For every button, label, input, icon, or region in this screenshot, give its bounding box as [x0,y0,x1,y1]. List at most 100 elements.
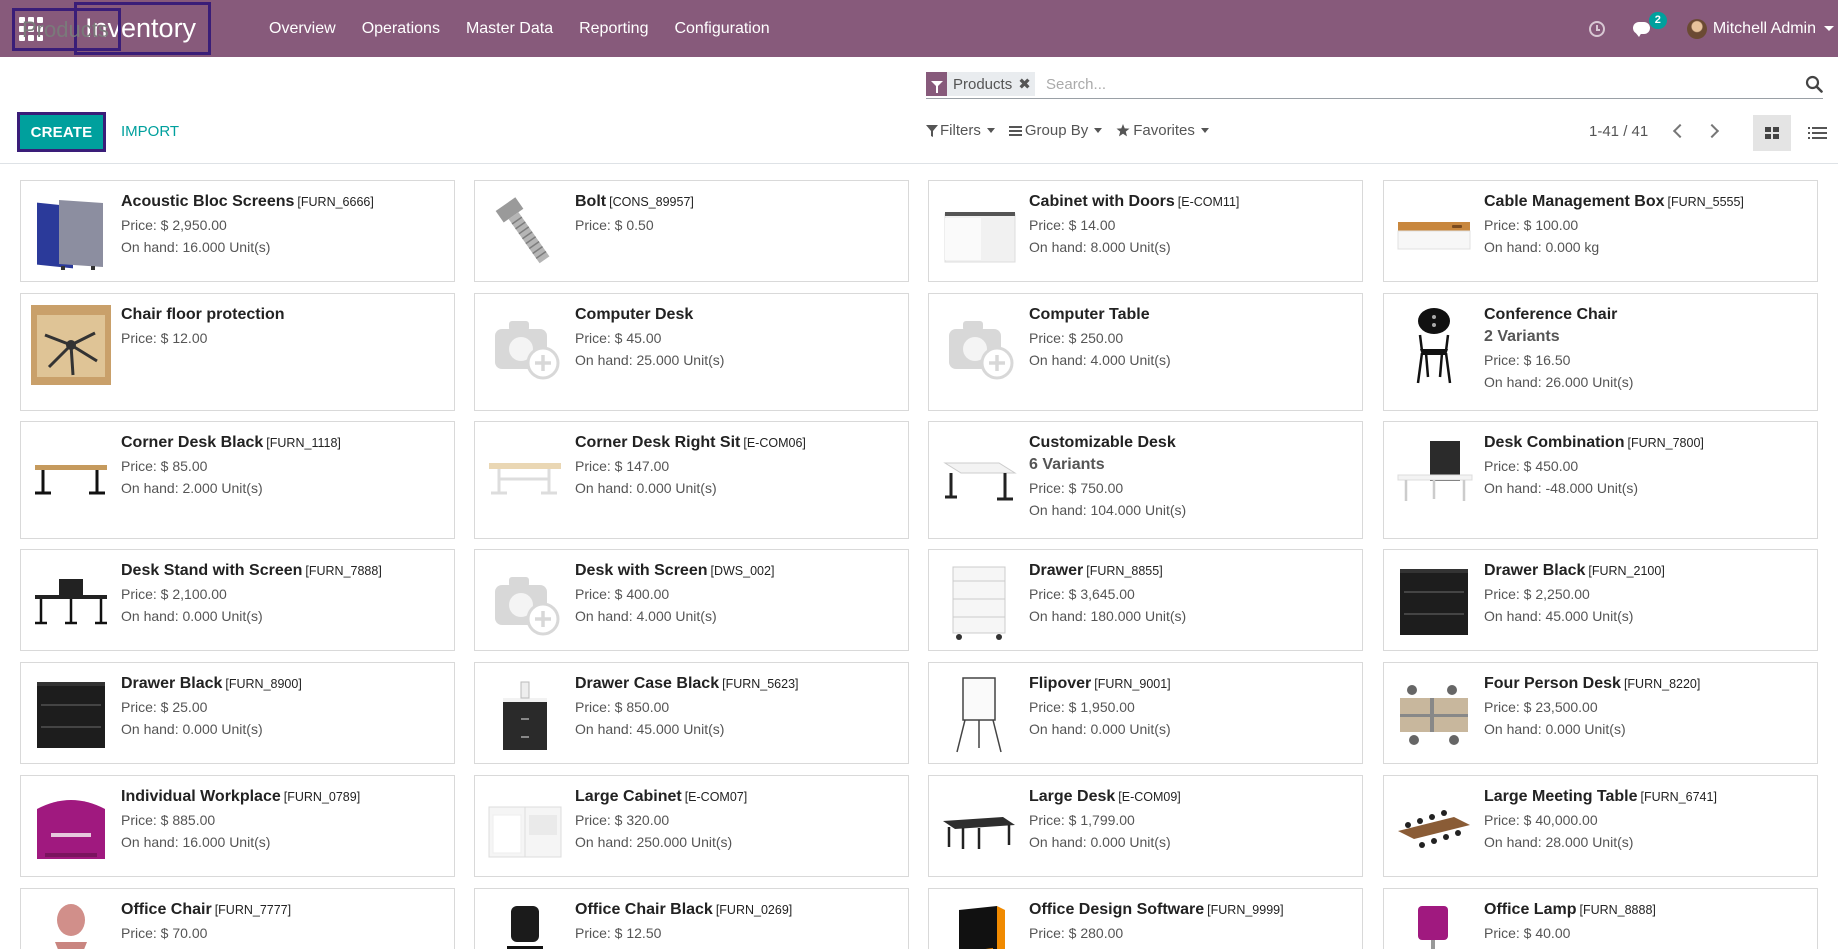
product-price: Price: $ 25.00 [121,699,208,715]
product-name: Drawer Black [1484,562,1586,579]
activity-clock-icon[interactable] [1588,20,1605,37]
product-card[interactable]: Large Desk [E-COM09] Price: $ 1,799.00 On h… [928,775,1363,877]
menu-configuration[interactable]: Configuration [674,20,769,38]
product-price: Price: $ 2,250.00 [1484,586,1590,602]
product-card[interactable]: Individual Workplace [FURN_0789] Price: $ … [20,775,455,877]
product-price: Price: $ 45.00 [575,330,662,346]
facet-remove-icon[interactable]: ✖ [1016,72,1035,96]
product-image [939,787,1019,867]
product-card[interactable]: Cabinet with Doors [E-COM11] Price: $ 14.0… [928,180,1363,282]
product-card[interactable]: Drawer Black [FURN_8900] Price: $ 25.00 On … [20,662,455,764]
product-name: Computer Desk [575,306,694,323]
product-card[interactable]: Customizable Desk 6 Variants Price: $ 750.… [928,421,1363,539]
search-icon[interactable] [1805,75,1823,93]
product-name: Desk Stand with Screen [121,562,303,579]
product-image [485,674,565,754]
product-price: Price: $ 85.00 [121,458,208,474]
product-image [1394,192,1474,272]
product-card[interactable]: Corner Desk Black [FURN_1118] Price: $ 85.… [20,421,455,539]
create-button[interactable]: CREATE [17,112,106,152]
kanban-view-button[interactable] [1753,115,1791,151]
product-card[interactable]: Cable Management Box [FURN_5555] Price: $ … [1383,180,1818,282]
product-price: Price: $ 147.00 [575,458,670,474]
list-view-button[interactable] [1800,115,1838,151]
product-card[interactable]: Computer Table Price: $ 250.00 On hand: 4.… [928,293,1363,411]
product-image [31,305,111,385]
product-code: [E-COM07] [684,790,748,804]
product-on-hand: On hand: 8.000 Unit(s) [1029,239,1171,255]
product-on-hand: On hand: 0.000 Unit(s) [121,721,263,737]
product-card[interactable]: Desk Stand with Screen [FURN_7888] Price: … [20,549,455,651]
favorites-label: Favorites [1133,122,1195,139]
product-card[interactable]: Bolt [CONS_89957] Price: $ 0.50 [474,180,909,282]
product-code: [FURN_6666] [297,195,374,209]
menu-operations[interactable]: Operations [362,20,440,38]
product-name: Corner Desk Right Sit [575,434,741,451]
groupby-dropdown[interactable]: Group By [1008,122,1103,139]
product-on-hand: On hand: 45.000 Unit(s) [1484,608,1634,624]
product-price: Price: $ 16.50 [1484,352,1571,368]
avatar[interactable] [1686,18,1707,39]
menu-reporting[interactable]: Reporting [579,20,648,38]
product-card[interactable]: Drawer Case Black [FURN_5623] Price: $ 850… [474,662,909,764]
product-card[interactable]: Acoustic Bloc Screens [FURN_6666] Price: $… [20,180,455,282]
product-kanban: Acoustic Bloc Screens [FURN_6666] Price: $… [0,165,1838,949]
product-card[interactable]: Computer Desk Price: $ 45.00 On hand: 25.0… [474,293,909,411]
product-name: Conference Chair [1484,306,1618,323]
product-image [485,900,565,949]
product-price: Price: $ 750.00 [1029,480,1124,496]
product-card[interactable]: Conference Chair 2 Variants Price: $ 16.50… [1383,293,1818,411]
product-card[interactable]: Desk with Screen [DWS_002] Price: $ 400.00… [474,549,909,651]
product-card[interactable]: Office Chair [FURN_7777] Price: $ 70.00 [20,888,455,949]
filters-dropdown[interactable]: Filters [926,122,995,139]
product-card[interactable]: Office Chair Black [FURN_0269] Price: $ 12… [474,888,909,949]
import-button[interactable]: IMPORT [121,123,179,140]
product-card[interactable]: Desk Combination [FURN_7800] Price: $ 450.… [1383,421,1818,539]
kanban-icon [1765,127,1779,139]
product-card[interactable]: Office Lamp [FURN_8888] Price: $ 40.00 [1383,888,1818,949]
product-card[interactable]: Drawer [FURN_8855] Price: $ 3,645.00 On han… [928,549,1363,651]
filter-icon [926,124,938,137]
product-price: Price: $ 850.00 [575,699,670,715]
search-options: Filters Group By Favorites [926,122,1223,139]
groupby-label: Group By [1024,122,1089,139]
product-image [1394,561,1474,641]
product-on-hand: On hand: 16.000 Unit(s) [121,239,271,255]
product-code: [FURN_7888] [305,564,382,578]
product-variants: 2 Variants [1484,328,1560,345]
product-image [939,674,1019,754]
product-on-hand: On hand: -48.000 Unit(s) [1484,480,1639,496]
product-code: [FURN_8888] [1579,903,1656,917]
product-price: Price: $ 100.00 [1484,217,1579,233]
messaging-icon[interactable]: 2 [1632,11,1667,37]
product-image [31,674,111,754]
product-name: Drawer Black [121,675,223,692]
product-code: [FURN_2100] [1588,564,1665,578]
product-code: [E-COM11] [1177,195,1240,209]
product-name: Desk Combination [1484,434,1625,451]
product-on-hand: On hand: 250.000 Unit(s) [575,834,733,850]
top-navbar: Inventory Overview Operations Master Dat… [0,0,1838,57]
product-price: Price: $ 70.00 [121,925,208,941]
product-price: Price: $ 1,950.00 [1029,699,1135,715]
product-card[interactable]: Corner Desk Right Sit [E-COM06] Price: $ 1… [474,421,909,539]
pager-value[interactable]: 1-41 / 41 [1589,123,1648,140]
product-name: Cabinet with Doors [1029,193,1175,210]
product-card[interactable]: Large Cabinet [E-COM07] Price: $ 320.00 On … [474,775,909,877]
user-caret-icon[interactable] [1824,26,1834,31]
favorites-dropdown[interactable]: Favorites [1116,122,1209,139]
product-card[interactable]: Flipover [FURN_9001] Price: $ 1,950.00 On h… [928,662,1363,764]
user-menu[interactable]: Mitchell Admin [1713,20,1816,38]
product-card[interactable]: Chair floor protection Price: $ 12.00 [20,293,455,411]
product-card[interactable]: Drawer Black [FURN_2100] Price: $ 2,250.00… [1383,549,1818,651]
product-card[interactable]: Office Design Software [FURN_9999] Price: … [928,888,1363,949]
menu-overview[interactable]: Overview [269,20,336,38]
product-card[interactable]: Four Person Desk [FURN_8220] Price: $ 23,5… [1383,662,1818,764]
navbar-systray: 2 Mitchell Admin [1588,0,1838,57]
product-card[interactable]: Large Meeting Table [FURN_6741] Price: $ 4… [1383,775,1818,877]
product-image [31,900,111,949]
search-input[interactable] [1046,72,1726,96]
product-image [939,900,1019,949]
product-on-hand: On hand: 4.000 Unit(s) [575,608,717,624]
menu-master-data[interactable]: Master Data [466,20,553,38]
